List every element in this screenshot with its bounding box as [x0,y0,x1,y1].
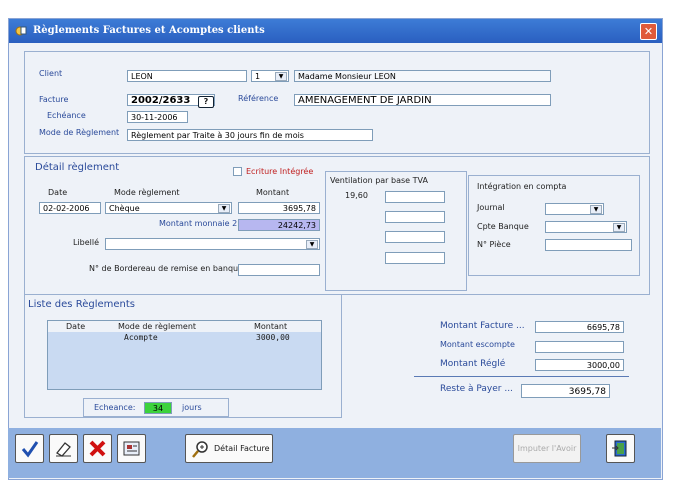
tva-field-3[interactable] [385,231,445,243]
row-mode: Acompte [124,333,158,342]
table-header: Date Mode de règlement Montant [48,321,321,332]
montant-escompte-label: Montant escompte [440,340,515,349]
montant-monnaie-field: 24242,73 [238,219,320,231]
piece-label: N° Pièce [477,240,511,249]
journal-label: Journal [477,203,505,212]
montant-escompte-value[interactable] [535,341,624,353]
help-button[interactable]: ? [198,96,214,108]
montant-regle-value: 3000,00 [535,359,624,371]
detail-reglement-title: Détail règlement [35,162,120,173]
column-header-date: Date [66,322,86,331]
close-button[interactable]: ✕ [640,23,657,40]
mode-reglement-select[interactable]: Chèque ▼ [105,202,232,214]
echeance-days-value: 34 [144,402,172,414]
cpte-banque-select[interactable]: ▼ [545,221,627,233]
cpte-banque-label: Cpte Banque [477,222,529,231]
totals-divider [414,376,629,377]
chevron-down-icon[interactable]: ▼ [306,240,318,249]
facture-label: Facture [39,95,69,104]
delete-button[interactable] [83,434,112,463]
montant-regle-label: Montant Réglé [440,359,506,369]
tva-rate-label: 19,60 [345,191,368,200]
date-field[interactable]: 02-02-2006 [39,202,101,214]
column-header-montant: Montant [254,322,288,331]
tva-group: Ventilation par base TVA 19,60 [325,171,467,291]
libelle-label: Libellé [73,238,100,247]
dialog-window: Règlements Factures et Acomptes clients … [8,18,663,480]
client-label: Client [39,69,63,78]
mode-reglement-label: Mode de Règlement [39,128,120,137]
detail-facture-button[interactable]: Détail Facture [185,434,273,463]
montant-facture-label: Montant Facture ... [440,321,525,331]
chevron-down-icon[interactable]: ▼ [613,223,625,232]
detail-reglement-group: Détail règlement Ecriture Intégrée Date … [24,156,650,295]
app-icon [15,26,27,36]
ecriture-integree-checkbox[interactable] [233,167,242,176]
mode-reglement-selected: Chèque [109,204,140,213]
date-label: Date [48,188,68,197]
column-header-mode: Mode de règlement [118,322,197,331]
montant-facture-value: 6695,78 [535,321,624,333]
client-number-value: 1 [255,72,261,81]
liste-reglements-group: Liste des Règlements Date Mode de règlem… [24,294,342,418]
window-title: Règlements Factures et Acomptes clients [33,25,265,36]
title-bar[interactable]: Règlements Factures et Acomptes clients … [9,19,662,43]
table-row[interactable]: Acompte 3000,00 [48,333,321,343]
reference-label: Référence [238,94,279,103]
chevron-down-icon[interactable]: ▼ [275,72,287,81]
liste-reglements-title: Liste des Règlements [28,299,135,310]
compta-title: Intégration en compta [477,182,567,191]
jours-label: jours [182,403,202,412]
imputer-avoir-label: Imputer l'Avoir [517,444,577,453]
mode-reglement-column-label: Mode règlement [114,188,180,197]
tva-field-1[interactable] [385,191,445,203]
montant-label: Montant [256,188,290,197]
montant-field[interactable]: 3695,78 [238,202,320,214]
reglements-table[interactable]: Date Mode de règlement Montant Acompte 3… [47,320,322,390]
bottom-toolbar: Détail Facture Imputer l'Avoir [8,428,661,478]
magnifier-icon [192,441,208,458]
delete-icon [89,440,106,457]
bordereau-field[interactable] [238,264,320,276]
client-name-field: Madame Monsieur LEON [294,70,551,82]
exit-button[interactable] [606,434,635,463]
tva-field-2[interactable] [385,211,445,223]
reference-field[interactable]: AMENAGEMENT DE JARDIN [294,94,551,106]
exit-door-icon [612,440,627,457]
client-group: Client LEON 1 ▼ Madame Monsieur LEON Fac… [24,51,650,154]
chevron-down-icon[interactable]: ▼ [218,204,230,213]
imputer-avoir-button[interactable]: Imputer l'Avoir [513,434,581,463]
print-preview-button[interactable] [117,434,146,463]
montant-monnaie-label: Montant monnaie 2 [159,219,238,228]
piece-field[interactable] [545,239,632,251]
detail-facture-label: Détail Facture [214,444,270,453]
echeance-label: Echéance [47,111,86,120]
chevron-down-icon[interactable]: ▼ [590,205,602,214]
validate-button[interactable] [15,434,44,463]
client-field[interactable]: LEON [127,70,247,82]
ecriture-integree-label: Ecriture Intégrée [246,167,314,176]
mode-reglement-field[interactable]: Règlement par Traite à 30 jours fin de m… [127,129,373,141]
reste-label: Reste à Payer ... [440,384,513,394]
reste-value: 3695,78 [521,384,610,398]
eraser-icon [56,442,71,457]
libelle-select[interactable]: ▼ [105,238,320,250]
document-icon [123,441,140,456]
integration-compta-group: Intégration en compta Journal ▼ Cpte Ban… [468,175,640,276]
tva-title: Ventilation par base TVA [330,176,428,185]
echeance-field[interactable]: 30-11-2006 [127,111,188,123]
tva-field-4[interactable] [385,252,445,264]
client-number-select[interactable]: 1 ▼ [251,70,289,82]
echeance-summary-label: Echeance: [94,403,136,412]
echeance-summary: Echeance: 34 jours [83,398,229,417]
journal-select[interactable]: ▼ [545,203,604,215]
row-montant: 3000,00 [256,333,290,342]
checkmark-icon [21,441,39,458]
erase-button[interactable] [49,434,78,463]
bordereau-label: N° de Bordereau de remise en banque [89,264,244,273]
